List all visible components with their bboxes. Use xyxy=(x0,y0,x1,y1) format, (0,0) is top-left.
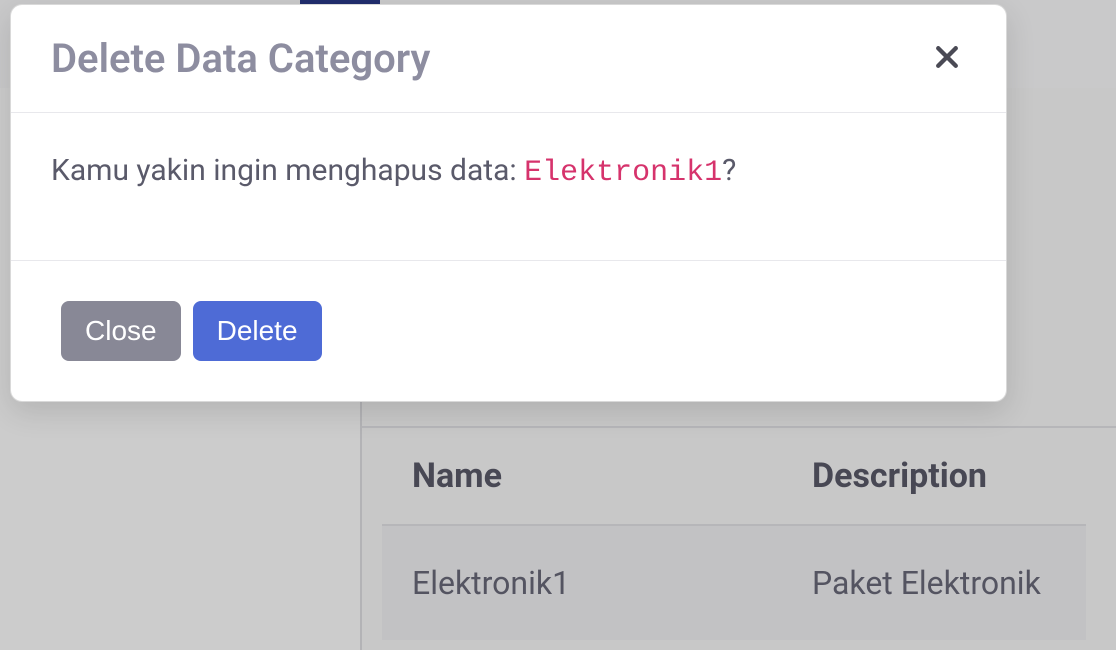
close-icon[interactable] xyxy=(928,39,966,79)
confirm-suffix: ? xyxy=(722,153,736,188)
close-button[interactable]: Close xyxy=(61,301,181,361)
modal-title: Delete Data Category xyxy=(51,35,430,82)
confirm-message: Kamu yakin ingin menghapus data: Elektro… xyxy=(51,153,736,188)
confirm-prefix: Kamu yakin ingin menghapus data: xyxy=(51,153,524,188)
modal-header: Delete Data Category xyxy=(11,5,1006,113)
delete-button[interactable]: Delete xyxy=(193,301,322,361)
delete-confirm-modal: Delete Data Category Kamu yakin ingin me… xyxy=(10,4,1007,402)
confirm-item-name: Elektronik1 xyxy=(524,156,722,190)
modal-body: Kamu yakin ingin menghapus data: Elektro… xyxy=(11,113,1006,261)
modal-footer: Close Delete xyxy=(11,261,1006,401)
